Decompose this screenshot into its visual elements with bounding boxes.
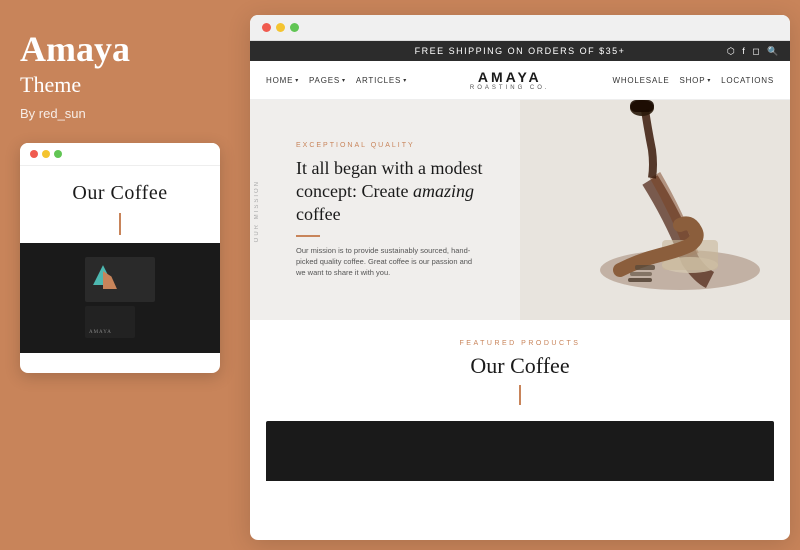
hero-heading-text2: coffee — [296, 204, 341, 224]
main-browser-preview: FREE SHIPPING ON ORDERS OF $35+ ⬡ f ◻ 🔍 … — [250, 15, 790, 540]
browser-dot-red — [262, 23, 271, 32]
nav-articles[interactable]: ARTICLES ▾ — [356, 76, 407, 85]
hero-image — [520, 100, 790, 320]
browser-dot-green — [290, 23, 299, 32]
logo-sub: ROASTING CO. — [470, 85, 550, 91]
logo-title: AMAYA — [470, 69, 550, 85]
box-group — [85, 257, 155, 302]
dot-yellow — [42, 150, 50, 158]
nav-wholesale[interactable]: WHOLESALE — [612, 76, 669, 85]
theme-label: Theme — [20, 72, 220, 98]
hero-section: OUR MISSION EXCEPTIONAL QUALITY It all b… — [250, 100, 790, 320]
home-chevron: ▾ — [295, 77, 299, 84]
instagram-icon: ⬡ — [727, 46, 736, 57]
nav-shop[interactable]: SHOP ▾ — [679, 76, 711, 85]
hero-heading-em: amazing — [413, 181, 474, 201]
dot-green — [54, 150, 62, 158]
hero-heading: It all began with a modest concept: Crea… — [296, 157, 500, 227]
announcement-bar: FREE SHIPPING ON ORDERS OF $35+ ⬡ f ◻ 🔍 — [250, 41, 790, 61]
mini-preview-window: Our Coffee amaya — [20, 143, 220, 373]
nav-bar: HOME ▾ PAGES ▾ ARTICLES ▾ AMAYA ROASTING… — [250, 61, 790, 100]
nav-logo: AMAYA ROASTING CO. — [470, 69, 550, 91]
hero-body-text: Our mission is to provide sustainably so… — [296, 245, 476, 279]
hero-tag: EXCEPTIONAL QUALITY — [296, 142, 500, 149]
mini-our-coffee-heading: Our Coffee — [34, 182, 206, 205]
announcement-icons: ⬡ f ◻ 🔍 — [727, 46, 780, 57]
our-mission-label: OUR MISSION — [254, 180, 260, 242]
theme-name: Amaya — [20, 30, 220, 70]
dot-red — [30, 150, 38, 158]
featured-divider — [519, 385, 521, 405]
mini-product-boxes: amaya — [73, 247, 167, 348]
nav-pages[interactable]: PAGES ▾ — [309, 76, 346, 85]
shop-chevron: ▾ — [707, 77, 711, 84]
mini-content: Our Coffee — [20, 166, 220, 235]
nav-locations[interactable]: LOCATIONS — [721, 76, 774, 85]
hero-underline — [296, 235, 320, 237]
nav-left: HOME ▾ PAGES ▾ ARTICLES ▾ — [266, 76, 407, 85]
browser-dot-yellow — [276, 23, 285, 32]
nav-home[interactable]: HOME ▾ — [266, 76, 299, 85]
mini-dark-section: amaya — [20, 243, 220, 353]
featured-label: FEATURED PRODUCTS — [266, 340, 774, 347]
dark-bottom-image — [266, 421, 774, 481]
featured-section: FEATURED PRODUCTS Our Coffee — [250, 320, 790, 421]
articles-chevron: ▾ — [403, 77, 407, 84]
announcement-text: FREE SHIPPING ON ORDERS OF $35+ — [415, 46, 626, 56]
mini-titlebar — [20, 143, 220, 166]
featured-title: Our Coffee — [266, 353, 774, 379]
hero-left: OUR MISSION EXCEPTIONAL QUALITY It all b… — [250, 100, 520, 320]
hero-right — [520, 100, 790, 320]
box-main — [85, 257, 155, 302]
mini-divider — [119, 213, 121, 235]
left-panel: Amaya Theme By red_sun Our Coffee amaya — [0, 0, 240, 550]
facebook-icon: f — [742, 46, 746, 57]
nav-right: WHOLESALE SHOP ▾ LOCATIONS — [612, 76, 774, 85]
pages-chevron: ▾ — [342, 77, 346, 84]
hero-illustration — [520, 100, 790, 320]
search-icon[interactable]: 🔍 — [767, 46, 780, 57]
theme-author: By red_sun — [20, 106, 220, 121]
browser-titlebar — [250, 15, 790, 41]
camera-icon: ◻ — [752, 46, 761, 57]
box-small: amaya — [85, 306, 135, 338]
